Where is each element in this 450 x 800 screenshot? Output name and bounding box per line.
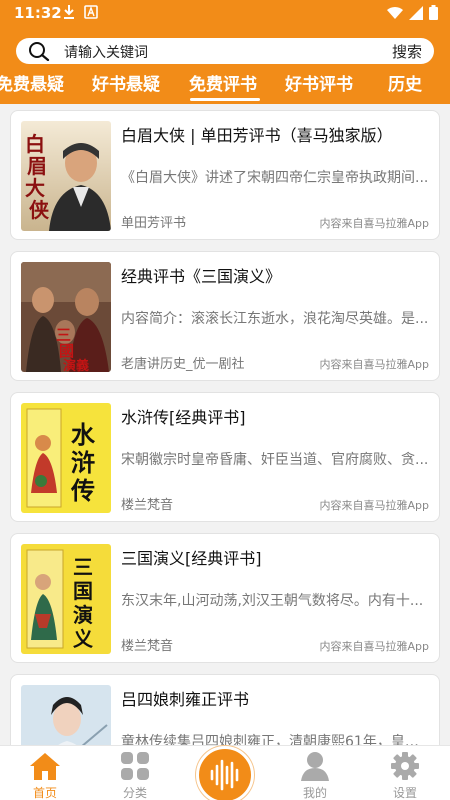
nav-home[interactable]: 首页 <box>0 746 90 800</box>
user-icon <box>301 752 329 781</box>
status-bar: 11:32 <box>0 0 450 26</box>
book-description: 《白眉大侠》讲述了宋朝四帝仁宗皇帝执政期间... <box>121 170 429 186</box>
svg-text:國: 國 <box>59 342 74 360</box>
nav-label: 首页 <box>32 786 57 800</box>
tab-good-pingshu[interactable]: 好书评书 <box>285 70 353 95</box>
svg-text:侠: 侠 <box>29 198 50 222</box>
svg-text:义: 义 <box>73 627 93 651</box>
svg-text:白: 白 <box>25 132 45 156</box>
svg-text:眉: 眉 <box>27 154 47 178</box>
book-cover: 水 浒 传 <box>21 403 111 513</box>
search-input[interactable]: 请输入关键词 <box>64 42 148 62</box>
book-description: 东汉末年,山河动荡,刘汉王朝气数将尽。内有十... <box>121 593 424 609</box>
list-item[interactable]: 三 國 演義 经典评书《三国演义》 内容简介：滚滚长江东逝水，浪花淘尽英雄。是.… <box>10 251 440 381</box>
download-icon <box>64 5 74 19</box>
book-title: 白眉大侠 | 单田芳评书（喜马独家版） <box>121 126 393 145</box>
active-tab-indicator <box>190 98 260 101</box>
svg-text:传: 传 <box>70 476 95 505</box>
book-source: 内容来自喜马拉雅App <box>319 358 430 371</box>
status-system-icons <box>387 5 438 20</box>
book-cover: 三 國 演義 <box>21 262 111 372</box>
audio-wave-icon <box>210 759 239 791</box>
svg-text:浒: 浒 <box>71 448 95 477</box>
tab-free-suspense[interactable]: 免费悬疑 <box>0 70 64 95</box>
book-title: 三国演义[经典评书] <box>121 549 262 568</box>
nav-settings[interactable]: 设置 <box>360 746 450 800</box>
nav-label: 我的 <box>302 786 327 800</box>
player-button[interactable] <box>196 746 254 800</box>
category-icon <box>121 752 149 780</box>
book-cover <box>21 685 111 745</box>
book-description: 童林传续集吕四娘刺雍正，清朝康熙61年，皇帝... <box>121 734 431 745</box>
list-item[interactable]: 水 浒 传 水浒传[经典评书] 宋朝徽宗时皇帝昏庸、奸臣当道、官府腐败、贪...… <box>10 392 440 522</box>
list-item[interactable]: 吕四娘刺雍正评书 童林传续集吕四娘刺雍正，清朝康熙61年，皇帝... <box>10 674 440 745</box>
app-header: 11:32 请输入关键词 搜索 免费悬疑 好书悬疑 免费评书 好书评书 历史 <box>0 0 450 104</box>
list-item[interactable]: 白 眉 大 侠 白眉大侠 | 单田芳评书（喜马独家版） 《白眉大侠》讲述了宋朝四… <box>10 110 440 240</box>
book-cover: 三 国 演 义 <box>21 544 111 654</box>
book-source: 内容来自喜马拉雅App <box>319 640 430 653</box>
svg-text:大: 大 <box>25 176 45 200</box>
search-bar[interactable]: 请输入关键词 搜索 <box>16 38 434 64</box>
status-notification-icons <box>62 4 98 20</box>
book-description: 宋朝徽宗时皇帝昏庸、奸臣当道、官府腐败、贪... <box>121 452 429 468</box>
status-time: 11:32 <box>14 4 62 22</box>
book-title: 水浒传[经典评书] <box>121 408 246 427</box>
signal-icon <box>409 5 423 20</box>
home-icon <box>30 753 60 780</box>
book-description: 内容简介：滚滚长江东逝水，浪花淘尽英雄。是... <box>121 311 429 327</box>
svg-text:演: 演 <box>73 603 93 627</box>
book-list: 白 眉 大 侠 白眉大侠 | 单田芳评书（喜马独家版） 《白眉大侠》讲述了宋朝四… <box>0 104 450 745</box>
svg-text:三: 三 <box>73 555 93 579</box>
svg-text:国: 国 <box>73 579 93 603</box>
settings-icon <box>391 752 419 780</box>
list-item[interactable]: 三 国 演 义 三国演义[经典评书] 东汉末年,山河动荡,刘汉王朝气数将尽。内有… <box>10 533 440 663</box>
nav-label: 分类 <box>122 786 147 800</box>
wifi-icon <box>387 6 403 19</box>
tab-free-pingshu[interactable]: 免费评书 <box>189 70 257 95</box>
tab-history[interactable]: 历史 <box>388 70 422 95</box>
search-button[interactable]: 搜索 <box>392 41 422 62</box>
book-author: 楼兰梵音 <box>121 498 174 513</box>
battery-icon <box>429 5 438 20</box>
nav-category[interactable]: 分类 <box>90 746 180 800</box>
book-title: 吕四娘刺雍正评书 <box>121 690 250 709</box>
book-source: 内容来自喜马拉雅App <box>319 499 430 512</box>
book-source: 内容来自喜马拉雅App <box>319 217 430 230</box>
category-tabs: 免费悬疑 好书悬疑 免费评书 好书评书 历史 <box>0 66 450 104</box>
book-title: 经典评书《三国演义》 <box>121 267 282 286</box>
svg-text:水: 水 <box>71 420 96 449</box>
book-author: 单田芳评书 <box>121 216 187 231</box>
book-author: 老唐讲历史_优一剧社 <box>121 357 245 372</box>
book-cover: 白 眉 大 侠 <box>21 121 111 231</box>
app-notification-icon <box>84 5 98 19</box>
nav-label: 设置 <box>392 786 417 800</box>
nav-mine[interactable]: 我的 <box>270 746 360 800</box>
tab-good-suspense[interactable]: 好书悬疑 <box>92 70 160 95</box>
search-icon <box>29 42 50 61</box>
svg-text:演義: 演義 <box>63 358 89 372</box>
book-author: 楼兰梵音 <box>121 639 174 654</box>
